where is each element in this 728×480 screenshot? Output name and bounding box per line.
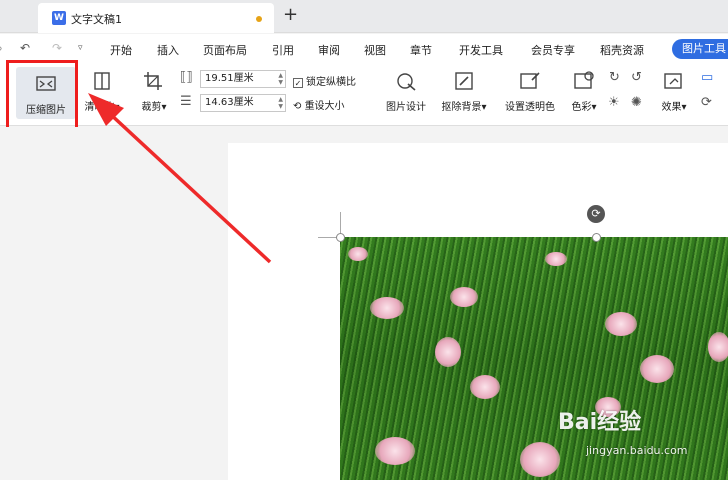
- annotation-arrow: [88, 93, 272, 264]
